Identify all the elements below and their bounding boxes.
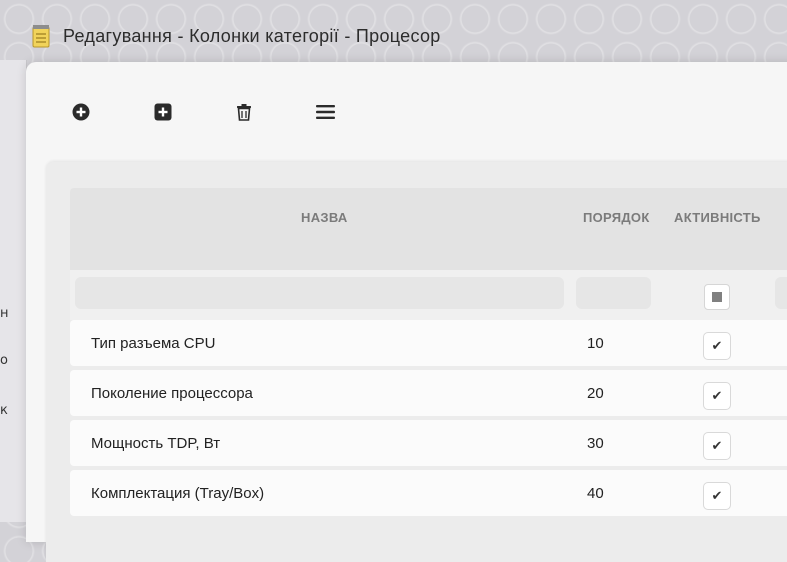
- table-panel: НАЗВА ПОРЯДОК АКТИВНІСТЬ Тип разъема CPU…: [46, 162, 787, 562]
- table-header: НАЗВА ПОРЯДОК АКТИВНІСТЬ: [70, 188, 787, 270]
- row-name: Поколение процессора: [91, 385, 253, 402]
- window-title: Редагування - Колонки категорії - Процес…: [63, 26, 441, 46]
- trash-icon: [235, 103, 253, 125]
- row-name: Тип разъема CPU: [91, 335, 216, 352]
- row-name: Мощность TDP, Вт: [91, 435, 221, 452]
- column-header-name[interactable]: НАЗВА: [301, 210, 348, 225]
- row-order: 40: [587, 485, 604, 502]
- filter-row: [70, 270, 787, 320]
- table-row[interactable]: Мощность TDP, Вт 30 ✔: [70, 420, 787, 466]
- name-filter-input[interactable]: [75, 277, 564, 309]
- table-row[interactable]: Комплектация (Tray/Box) 40 ✔: [70, 470, 787, 516]
- row-order: 10: [587, 335, 604, 352]
- active-checkbox[interactable]: ✔: [703, 482, 731, 510]
- add-button[interactable]: [70, 103, 92, 125]
- menu-button[interactable]: [314, 103, 336, 125]
- column-header-active[interactable]: АКТИВНІСТЬ: [674, 210, 761, 225]
- background-text-fragment: о: [0, 353, 8, 368]
- edit-window: НАЗВА ПОРЯДОК АКТИВНІСТЬ Тип разъема CPU…: [26, 62, 787, 562]
- background-text-fragment: к: [0, 403, 8, 418]
- delete-button[interactable]: [233, 103, 255, 125]
- row-order: 30: [587, 435, 604, 452]
- row-name: Комплектация (Tray/Box): [91, 485, 265, 502]
- window-titlebar[interactable]: Редагування - Колонки категорії - Процес…: [0, 0, 787, 62]
- table-row[interactable]: Тип разъема CPU 10 ✔: [70, 320, 787, 366]
- notepad-icon: [32, 24, 50, 48]
- order-filter-input[interactable]: [576, 277, 651, 309]
- table-row[interactable]: Поколение процессора 20 ✔: [70, 370, 787, 416]
- indeterminate-mark: [712, 292, 722, 302]
- next-column-filter-input[interactable]: [775, 277, 787, 309]
- active-checkbox[interactable]: ✔: [703, 332, 731, 360]
- plus-circle-icon: [72, 103, 90, 125]
- menu-icon: [315, 104, 335, 124]
- active-filter-checkbox[interactable]: [704, 284, 730, 310]
- plus-square-icon: [154, 103, 172, 125]
- active-checkbox[interactable]: ✔: [703, 382, 731, 410]
- add-item-button[interactable]: [152, 103, 174, 125]
- row-order: 20: [587, 385, 604, 402]
- background-text-fragment: н: [0, 306, 9, 321]
- active-checkbox[interactable]: ✔: [703, 432, 731, 460]
- column-header-order[interactable]: ПОРЯДОК: [583, 210, 650, 225]
- background-window-edge: н о к: [0, 60, 27, 522]
